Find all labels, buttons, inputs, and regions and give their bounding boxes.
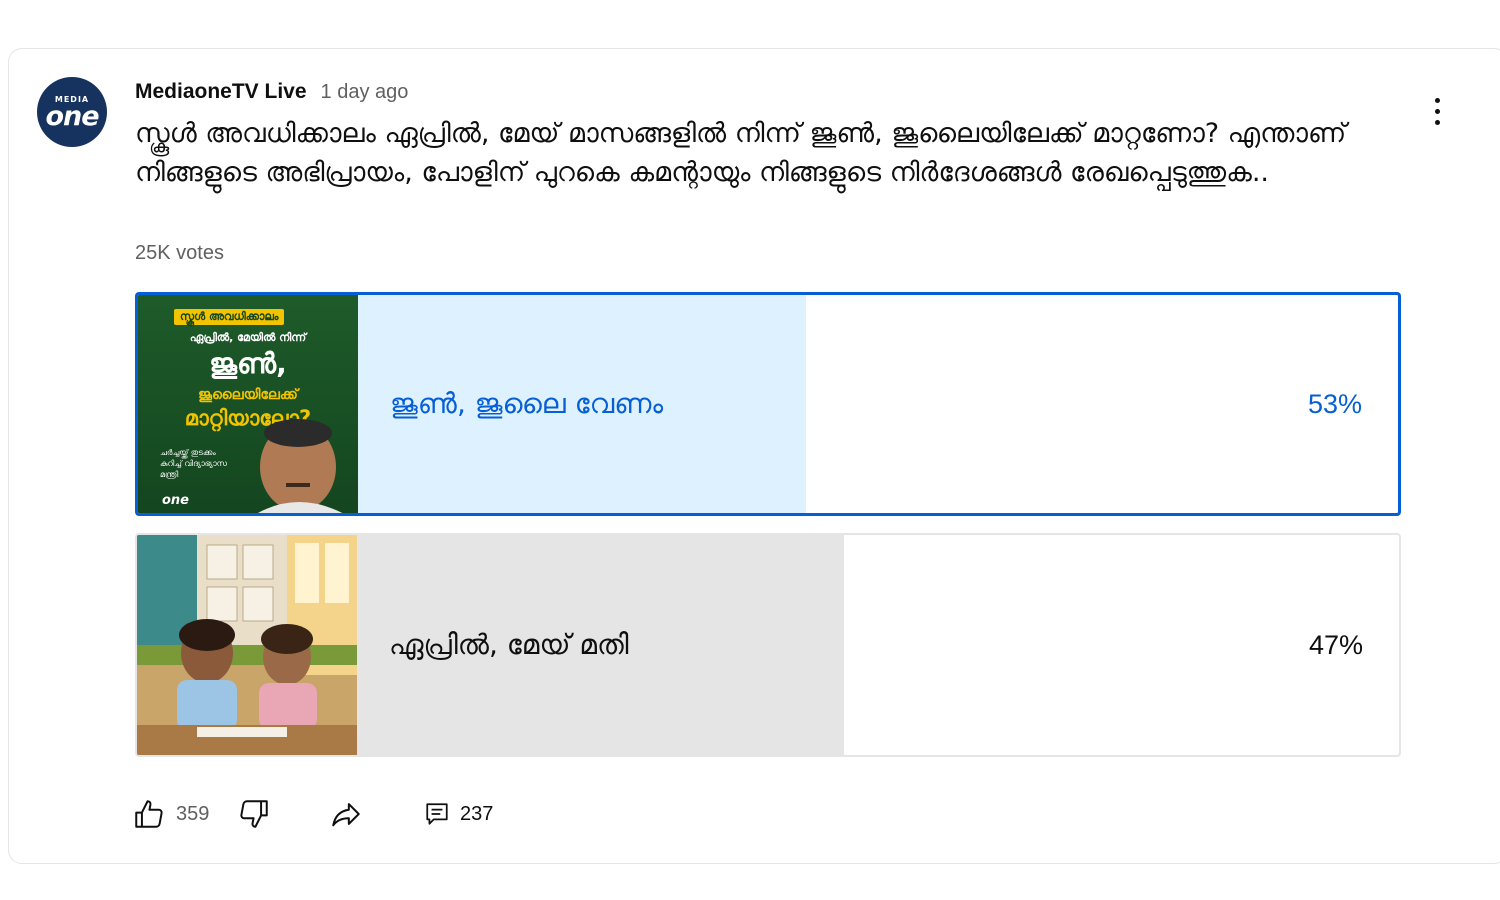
post-header: MediaoneTV Live 1 day ago <box>135 80 408 104</box>
share-icon <box>332 803 360 827</box>
share-button[interactable] <box>328 794 364 834</box>
poll-option-2-image <box>137 535 357 755</box>
like-button[interactable]: 359 <box>132 794 209 834</box>
poll-option-1-image: സ്കൂൾ അവധിക്കാലം ഏപ്രിൽ, മേയിൽ നിന്ന് ജൂ… <box>138 295 358 513</box>
channel-name[interactable]: MediaoneTV Live <box>135 80 307 104</box>
post-time[interactable]: 1 day ago <box>321 81 409 104</box>
poll-option-2[interactable]: ഏപ്രിൽ, മേയ് മതി 47% <box>135 533 1401 757</box>
thumbs-down-icon <box>240 800 268 828</box>
thumbs-up-icon <box>135 800 163 828</box>
minister-portrait-image <box>257 419 343 513</box>
comments-button[interactable]: 237 <box>424 794 493 834</box>
more-options-button[interactable] <box>1424 92 1450 132</box>
comment-icon <box>426 803 448 825</box>
channel-avatar[interactable]: MEDIA one <box>37 77 107 147</box>
poll-option-1-percent: 53% <box>1307 388 1362 419</box>
post-question: സ്കൂൾ അവധിക്കാലം ഏപ്രിൽ, മേയ് മാസങ്ങളിൽ … <box>135 118 1347 188</box>
poll-option-2-label: ഏപ്രിൽ, മേയ് മതി <box>389 628 629 661</box>
classroom-children-image <box>137 535 357 755</box>
poll-option-2-percent: 47% <box>1308 629 1363 660</box>
vote-count: 25K votes <box>135 242 224 264</box>
poll-option-1[interactable]: സ്കൂൾ അവധിക്കാലം ഏപ്രിൽ, മേയിൽ നിന്ന് ജൂ… <box>135 292 1401 516</box>
like-count: 359 <box>176 802 210 825</box>
more-vert-icon <box>1434 98 1440 103</box>
avatar-one-text: one <box>45 101 99 132</box>
comment-count: 237 <box>460 802 494 825</box>
dislike-button[interactable] <box>237 794 271 834</box>
poll-option-1-label: ജൂൺ, ജൂലൈ വേണം <box>390 387 664 420</box>
